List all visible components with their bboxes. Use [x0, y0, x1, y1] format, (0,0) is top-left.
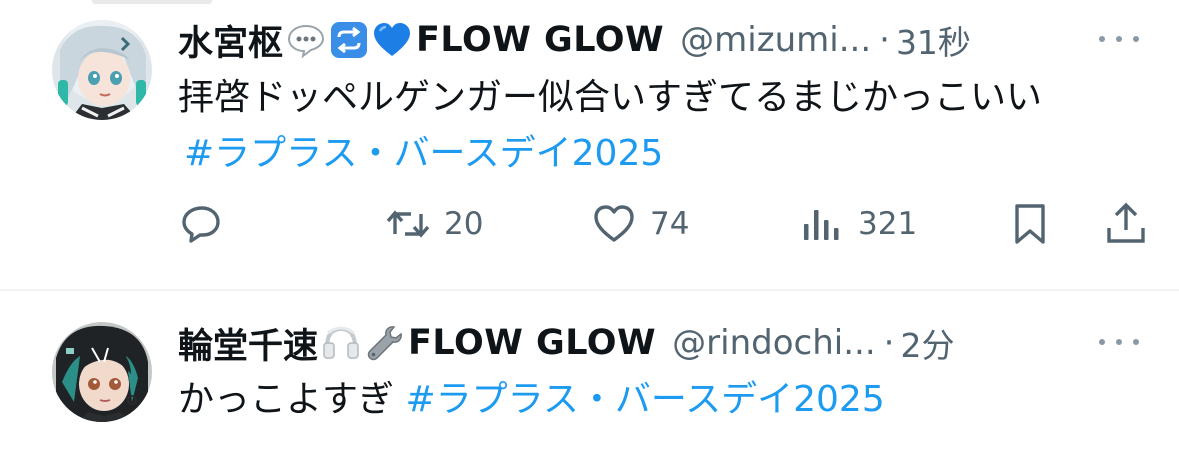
tweet-actions: 20 74 321 [178, 196, 1146, 252]
retweet-icon [384, 200, 432, 248]
reply-icon [178, 200, 226, 248]
like-icon [590, 200, 638, 248]
tweet-header: 水宮枢 FLOW GLOW @mizumi... · 31秒 [178, 14, 1139, 66]
tweet-text-line: 拝啓ドッペルゲンガー似合いすぎてるまじかっこいい [178, 77, 1043, 118]
view-count: 321 [858, 206, 918, 242]
headphones-icon [321, 323, 361, 363]
more-icon[interactable] [1099, 24, 1139, 54]
hashtag-link[interactable]: #ラプラス・バースデイ2025 [184, 133, 663, 174]
hashtag-link[interactable]: #ラプラス・バースデイ2025 [405, 379, 884, 420]
avatar[interactable] [52, 322, 152, 422]
views-icon [798, 200, 846, 248]
tweet-card[interactable]: 輪堂千速 FLOW GLOW @rindochi... · 2分 かっこよすぎ … [0, 291, 1179, 450]
retweet-count: 20 [444, 206, 484, 242]
user-handle[interactable]: @rindochi... [672, 323, 875, 363]
display-name-text: 輪堂千速 [178, 326, 319, 367]
speech-bubble-icon [286, 20, 326, 60]
share-button[interactable] [1102, 196, 1150, 252]
display-name[interactable]: 水宮枢 FLOW GLOW [178, 15, 664, 66]
views-button[interactable]: 321 [798, 196, 917, 252]
retweet-button[interactable]: 20 [384, 196, 483, 252]
timestamp[interactable]: 2分 [900, 319, 954, 367]
like-button[interactable]: 74 [590, 196, 689, 252]
display-name[interactable]: 輪堂千速 FLOW GLOW [178, 318, 656, 369]
wrench-icon [364, 323, 404, 363]
like-count: 74 [650, 206, 690, 242]
tweet-text: 拝啓ドッペルゲンガー似合いすぎてるまじかっこいい #ラプラス・バースデイ2025 [178, 70, 1149, 182]
more-icon[interactable] [1099, 327, 1139, 357]
separator-dot: · [883, 323, 895, 363]
bookmark-button[interactable] [1006, 196, 1054, 252]
display-name-suffix: FLOW GLOW [408, 323, 657, 363]
repeat-button-icon [329, 20, 369, 60]
user-handle[interactable]: @mizumi... [680, 20, 871, 60]
bookmark-icon [1006, 200, 1054, 248]
reply-button[interactable] [178, 196, 226, 252]
separator-dot: · [879, 20, 890, 60]
display-name-text: 水宮枢 [178, 23, 284, 64]
share-icon [1102, 200, 1150, 248]
tweet-text-line: かっこよすぎ [178, 379, 395, 420]
blue-heart-icon [372, 20, 412, 60]
tweet-card[interactable]: 水宮枢 FLOW GLOW @mizumi... · 31秒 拝啓ドッペルゲンガ… [0, 0, 1179, 290]
tweet-header: 輪堂千速 FLOW GLOW @rindochi... · 2分 [178, 317, 1139, 369]
tweet-text: かっこよすぎ #ラプラス・バースデイ2025 [178, 372, 1149, 428]
avatar[interactable] [52, 20, 152, 120]
display-name-suffix: FLOW GLOW [416, 20, 665, 60]
timestamp[interactable]: 31秒 [896, 16, 971, 64]
